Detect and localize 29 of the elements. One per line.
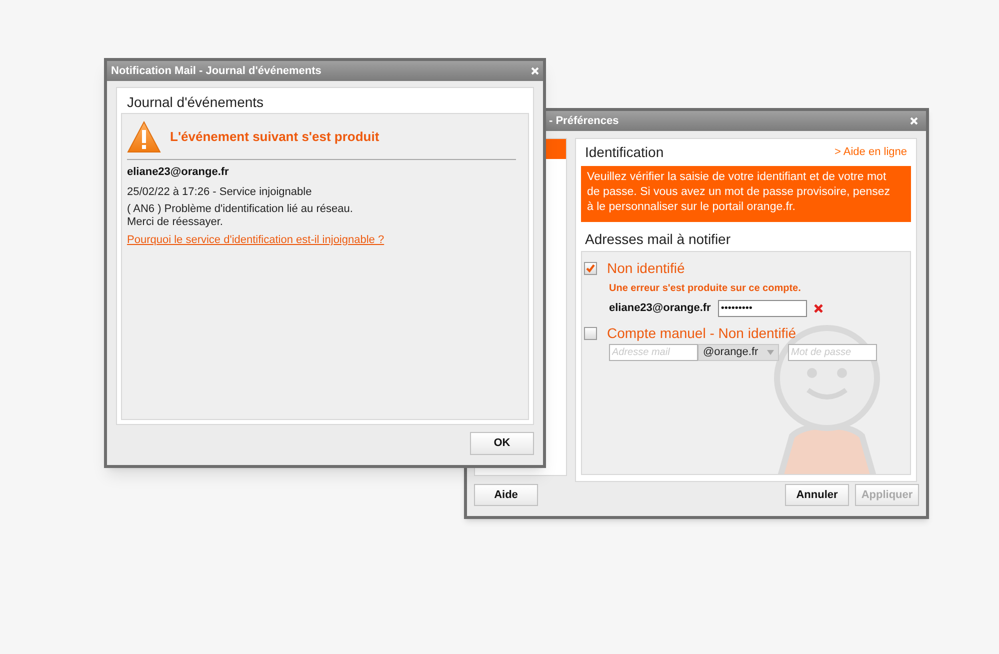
error-message: Une erreur s'est produite sur ce compte.: [609, 282, 802, 296]
alert-banner: Veuillez vérifier la saisie de votre identifiant et de votre mot de passe. Si vous avez un mot de passe provisoire, pensez à le personnaliser sur le portail orange.fr.: [581, 166, 911, 222]
checkbox[interactable]: [584, 327, 597, 340]
domain-dropdown[interactable]: @orange.fr: [698, 344, 779, 361]
account-email: eliane23@orange.fr: [127, 165, 230, 180]
panel-heading: Journal d'événements: [126, 93, 265, 112]
close-icon: [910, 117, 918, 125]
dialog-button[interactable]: Aide: [474, 484, 538, 506]
dropdown-value: @orange.fr: [703, 345, 758, 360]
section-title: Identification: [585, 143, 664, 162]
window-title: - Préférences: [549, 114, 619, 129]
event-date: 25/02/22 à 17:26 - Service injoignable: [127, 184, 313, 200]
event-message: ( AN6 ) Problème d'identification lié au réseau. Merci de réessayer.: [127, 203, 354, 229]
account-email: eliane23@orange.fr: [609, 301, 711, 316]
close-button[interactable]: [910, 117, 918, 125]
close-icon: [531, 67, 539, 75]
window-title: Notification Mail - Journal d'événements: [111, 64, 322, 79]
close-button[interactable]: [531, 67, 539, 75]
account-label: Non identifié: [607, 259, 685, 278]
caret-icon: [767, 350, 774, 355]
dialog-button[interactable]: Annuler: [785, 484, 849, 506]
warning-icon: [127, 120, 161, 152]
password-field[interactable]: •••••••••: [718, 300, 807, 317]
event-title: L'événement suivant s'est produit: [170, 128, 380, 146]
account-label: Compte manuel - Non identifié: [607, 324, 796, 343]
section-title: Adresses mail à notifier: [584, 230, 732, 249]
ok-button[interactable]: OK: [470, 432, 534, 455]
error-icon: [814, 304, 823, 313]
checkbox[interactable]: [584, 262, 597, 275]
